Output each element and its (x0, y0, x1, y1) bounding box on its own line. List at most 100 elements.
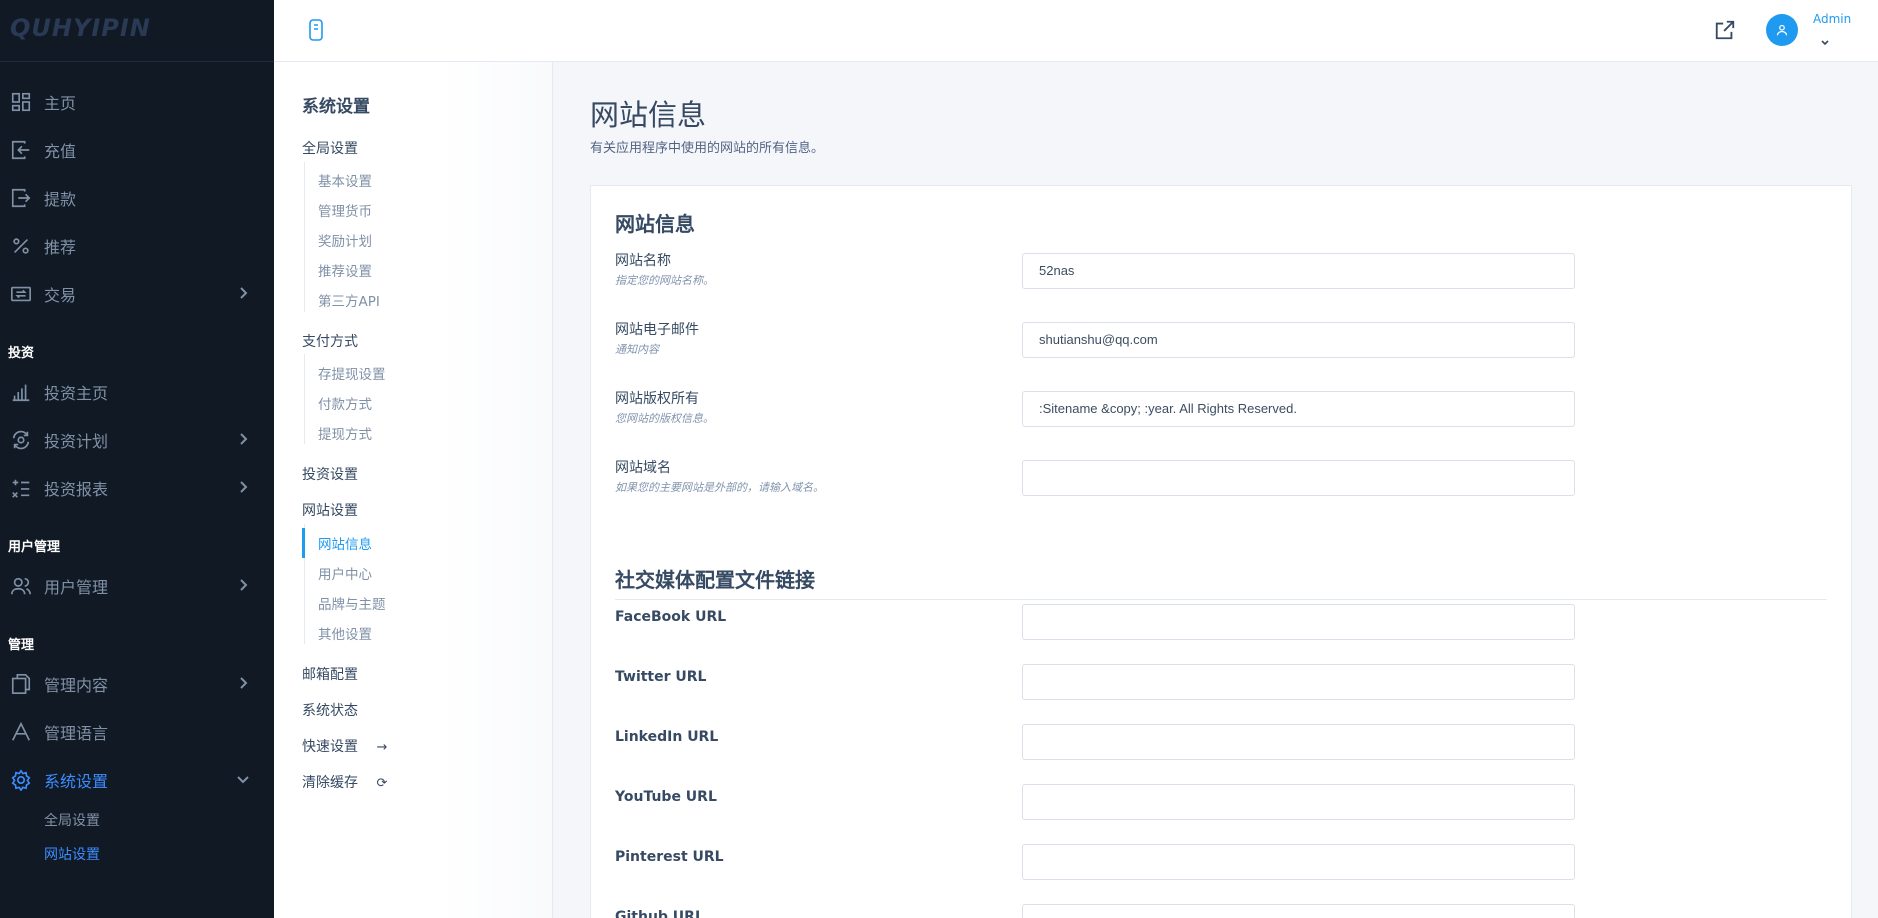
youtube-url-input[interactable] (1022, 784, 1575, 820)
domain-input[interactable] (1022, 460, 1575, 496)
field-label-domain: 网站域名 (615, 460, 671, 476)
twitter-url-input[interactable] (1022, 664, 1575, 700)
main-sidebar: QUHYIPIN 主页 充值 提款 推荐 交易 投资 投资主页 投资计划 投资报… (0, 0, 274, 918)
dashboard-icon (10, 91, 32, 113)
subnav-link[interactable]: 推荐设置 (318, 260, 372, 280)
sidebar-item-deposit[interactable]: 充值 (0, 126, 274, 174)
chevron-right-icon (238, 285, 248, 299)
subnav-tree-line (304, 162, 305, 312)
users-icon (10, 575, 32, 597)
pages-icon (10, 673, 32, 695)
avatar[interactable] (1766, 14, 1798, 46)
chevron-right-icon (238, 577, 248, 591)
facebook-url-input[interactable] (1022, 604, 1575, 640)
bar-chart-icon (10, 381, 32, 403)
settings-subnav: 系统设置 全局设置 基本设置 管理货币 奖励计划 推荐设置 第三方API 支付方… (274, 62, 553, 918)
sidebar-item-label: 用户管理 (44, 578, 109, 597)
percent-icon (10, 235, 32, 257)
chevron-down-icon (237, 771, 249, 784)
pinterest-url-input[interactable] (1022, 844, 1575, 880)
field-hint-site-email: 通知内容 (615, 343, 659, 356)
sidebar-subitem-global[interactable]: 全局设置 (0, 804, 274, 838)
sidebar-item-users[interactable]: 用户管理 (0, 562, 274, 610)
sidebar-item-system-settings[interactable]: 系统设置 (0, 756, 274, 804)
language-icon (10, 721, 32, 743)
deposit-icon (10, 139, 32, 161)
subnav-group-mail[interactable]: 邮箱配置 (302, 664, 358, 684)
copyright-input[interactable]: :Sitename &copy; :year. All Rights Reser… (1022, 391, 1575, 427)
chevron-right-icon (238, 675, 248, 689)
field-label-pinterest: Pinterest URL (615, 849, 724, 865)
logo[interactable]: QUHYIPIN (0, 0, 274, 62)
sidebar-item-invest-home[interactable]: 投资主页 (0, 368, 274, 416)
sidebar-item-label: 管理语言 (44, 724, 109, 743)
cycle-icon (10, 429, 32, 451)
subnav-link-active[interactable]: 网站信息 (318, 533, 372, 553)
exchange-icon (10, 283, 32, 305)
field-label-facebook: FaceBook URL (615, 609, 727, 625)
subnav-link[interactable]: 用户中心 (318, 563, 372, 583)
subnav-link[interactable]: 存提现设置 (318, 363, 386, 383)
topbar: Admin (274, 0, 1878, 62)
subnav-quick-settings[interactable]: 快速设置 → (302, 736, 387, 756)
subnav-cache-label: 清除缓存 (302, 775, 358, 791)
field-label-github: Github URL (615, 909, 704, 918)
sidebar-item-referral[interactable]: 推荐 (0, 222, 274, 270)
sidebar-item-transactions[interactable]: 交易 (0, 270, 274, 318)
list-report-icon (10, 477, 32, 499)
sidebar-item-withdraw[interactable]: 提款 (0, 174, 274, 222)
sidebar-item-label: 主页 (44, 94, 77, 113)
subnav-tree-line (304, 354, 305, 444)
field-hint-domain: 如果您的主要网站是外部的，请输入域名。 (615, 481, 824, 494)
subnav-clear-cache[interactable]: 清除缓存 ⟳ (302, 772, 387, 792)
site-email-input[interactable]: shutianshu@qq.com (1022, 322, 1575, 358)
sidebar-item-manage-language[interactable]: 管理语言 (0, 708, 274, 756)
sidebar-item-label: 系统设置 (44, 772, 109, 791)
field-label-site-email: 网站电子邮件 (615, 322, 699, 338)
sidebar-item-invest-reports[interactable]: 投资报表 (0, 464, 274, 512)
subnav-link[interactable]: 管理货币 (318, 200, 372, 220)
sidebar-item-home[interactable]: 主页 (0, 78, 274, 126)
subnav-group-payment[interactable]: 支付方式 (302, 331, 358, 351)
subnav-link[interactable]: 基本设置 (318, 170, 372, 190)
sidebar-item-label: 充值 (44, 142, 77, 161)
menu-toggle-icon[interactable] (309, 19, 323, 41)
sidebar-item-manage-content[interactable]: 管理内容 (0, 660, 274, 708)
settings-card: 网站信息 网站名称 指定您的网站名称。 52nas 网站电子邮件 通知内容 sh… (590, 185, 1852, 918)
withdraw-icon (10, 187, 32, 209)
user-name[interactable]: Admin (1813, 12, 1851, 26)
external-link-icon[interactable] (1714, 19, 1736, 41)
subnav-link[interactable]: 第三方API (318, 290, 380, 310)
subnav-group-invest[interactable]: 投资设置 (302, 464, 358, 484)
arrow-right-icon: → (376, 740, 388, 755)
section-title-social: 社交媒体配置文件链接 (615, 568, 815, 592)
subnav-group-status[interactable]: 系统状态 (302, 700, 358, 720)
field-label-linkedin: LinkedIn URL (615, 729, 719, 745)
linkedin-url-input[interactable] (1022, 724, 1575, 760)
field-label-copyright: 网站版权所有 (615, 391, 699, 407)
sidebar-heading-invest: 投资 (8, 346, 35, 361)
chevron-right-icon (238, 431, 248, 445)
subnav-link[interactable]: 付款方式 (318, 393, 372, 413)
subnav-link[interactable]: 品牌与主题 (318, 593, 386, 613)
sidebar-heading-users: 用户管理 (8, 540, 61, 555)
field-hint-copyright: 您网站的版权信息。 (615, 412, 714, 425)
sidebar-item-label: 提款 (44, 190, 77, 209)
subnav-link[interactable]: 奖励计划 (318, 230, 372, 250)
field-label-twitter: Twitter URL (615, 669, 707, 685)
subnav-group-site[interactable]: 网站设置 (302, 500, 358, 520)
subnav-link[interactable]: 提现方式 (318, 423, 372, 443)
sidebar-item-invest-plans[interactable]: 投资计划 (0, 416, 274, 464)
subnav-group-global[interactable]: 全局设置 (302, 138, 358, 158)
active-indicator (302, 528, 305, 558)
github-url-input[interactable] (1022, 904, 1575, 918)
site-name-input[interactable]: 52nas (1022, 253, 1575, 289)
refresh-icon: ⟳ (376, 776, 388, 791)
page-title: 网站信息 (590, 98, 707, 132)
sidebar-heading-manage: 管理 (8, 638, 35, 653)
field-hint-site-name: 指定您的网站名称。 (615, 274, 714, 287)
chevron-down-icon[interactable] (1820, 32, 1830, 46)
app-root: QUHYIPIN 主页 充值 提款 推荐 交易 投资 投资主页 投资计划 投资报… (0, 0, 1878, 918)
subnav-link[interactable]: 其他设置 (318, 623, 372, 643)
sidebar-subitem-website[interactable]: 网站设置 (0, 838, 274, 872)
